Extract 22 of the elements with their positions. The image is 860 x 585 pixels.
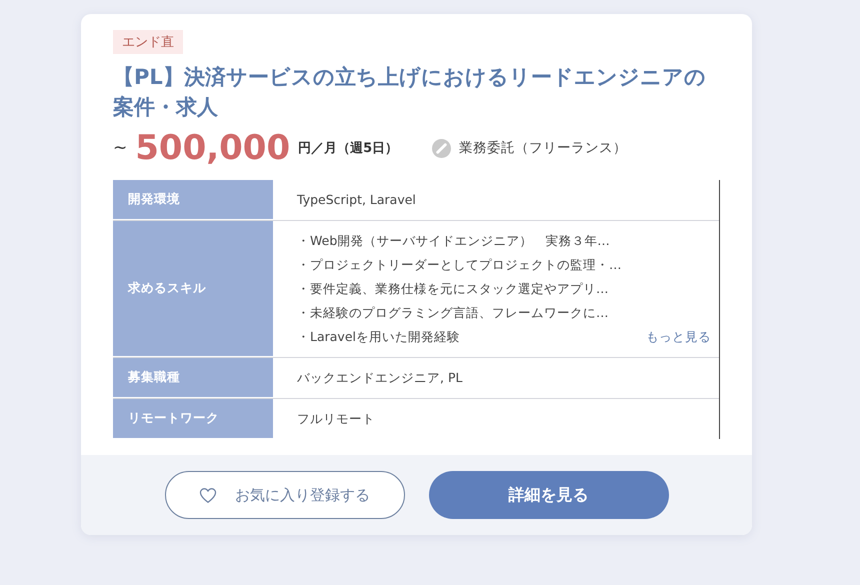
contract-type: 業務委託（フリーランス） — [459, 139, 628, 157]
skill-item: ・要件定義、業務仕様を元にスタック選定やアプリ… — [297, 280, 610, 298]
row-label: 求めるスキル — [113, 221, 273, 357]
favorite-button[interactable]: お気に入り登録する — [164, 471, 404, 519]
skill-item: ・Web開発（サーバサイドエンジニア） 実務３年… — [297, 232, 611, 250]
row-value: フルリモート — [297, 410, 375, 428]
row-label: 募集職種 — [113, 358, 273, 398]
skill-item: ・Laravelを用いた開発経験 — [297, 328, 461, 346]
row-label: 開発環境 — [113, 180, 273, 220]
detail-button[interactable]: 詳細を見る — [428, 471, 668, 519]
tag: エンド直 — [113, 30, 183, 54]
price-unit: 円／月（週5日） — [298, 140, 398, 157]
price-amount: 500,000 — [135, 128, 290, 168]
heart-icon — [199, 486, 217, 504]
more-link[interactable]: もっと見る — [646, 328, 711, 346]
job-title[interactable]: 【PL】決済サービスの立ち上げにおけるリードエンジニアの案件・求人 — [113, 62, 720, 122]
row-value: バックエンドエンジニア, PL — [297, 369, 462, 387]
skill-item: ・未経験のプログラミング言語、フレームワークに… — [297, 304, 610, 322]
skill-item: ・プロジェクトリーダーとしてプロジェクトの監理・… — [297, 256, 622, 274]
row-value: TypeScript, Laravel — [297, 191, 416, 209]
price-prefix: ~ — [113, 138, 128, 158]
row-label: リモートワーク — [113, 399, 273, 439]
